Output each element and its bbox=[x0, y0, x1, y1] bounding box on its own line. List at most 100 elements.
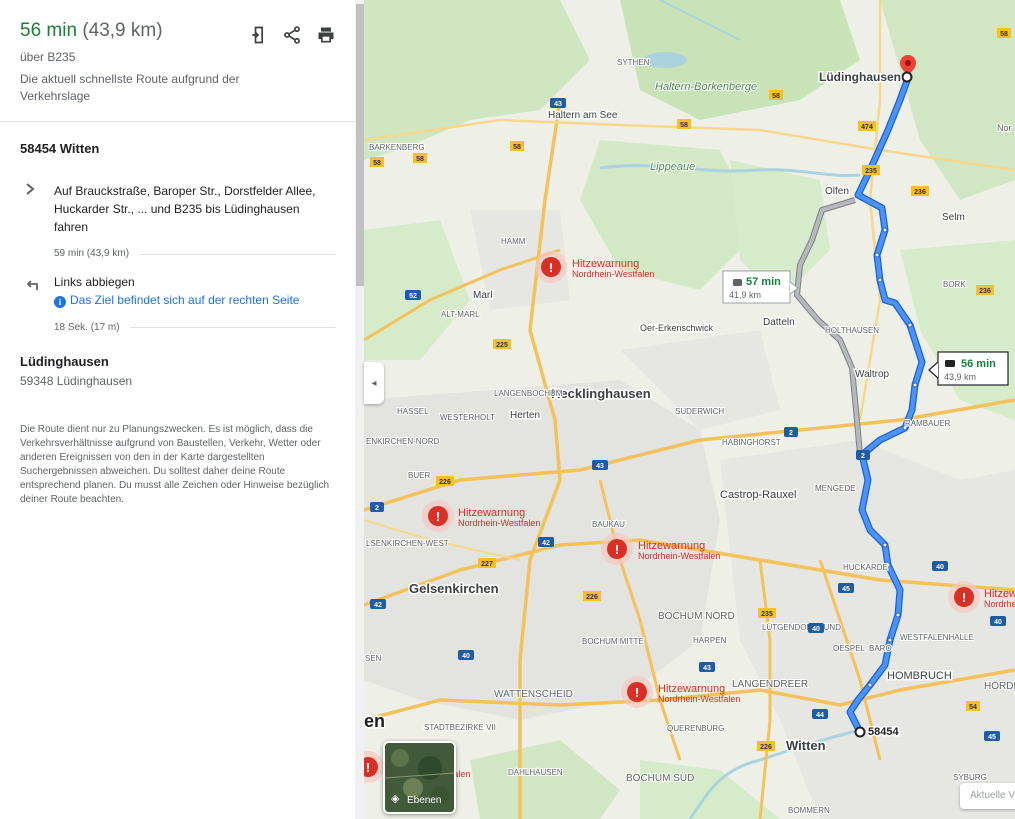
place-label: SUDERWICH bbox=[675, 407, 724, 416]
send-to-phone-icon[interactable] bbox=[248, 25, 268, 45]
main-route-distance: 43,9 km bbox=[944, 372, 976, 382]
car-icon bbox=[945, 360, 955, 367]
collapse-panel-button[interactable]: ◂ bbox=[364, 362, 384, 404]
step-note-text[interactable]: Das Ziel befindet sich auf der rechten S… bbox=[70, 293, 299, 307]
svg-text:40: 40 bbox=[936, 564, 944, 571]
svg-text:40: 40 bbox=[462, 653, 470, 660]
svg-text:227: 227 bbox=[481, 561, 493, 568]
svg-text:225: 225 bbox=[496, 342, 508, 349]
alt-route-callout[interactable]: 57 min 41,9 km bbox=[722, 270, 799, 304]
place-label: WATTENSCHEID bbox=[494, 689, 573, 700]
svg-text:43: 43 bbox=[596, 463, 604, 470]
svg-text:!: ! bbox=[549, 260, 553, 275]
place-label: BARO bbox=[869, 644, 892, 653]
svg-text:236: 236 bbox=[914, 189, 926, 196]
step-note[interactable]: i Das Ziel befindet sich auf der rechten … bbox=[54, 291, 334, 309]
place-label: STADTBEZIRKE VII bbox=[424, 723, 496, 732]
print-icon[interactable] bbox=[316, 25, 336, 45]
warning-region: Nordrhein-Westfalen bbox=[458, 518, 540, 528]
panel-scrollbar-thumb[interactable] bbox=[356, 4, 364, 286]
warning-region: Nordrhein-Westfalen bbox=[984, 599, 1015, 609]
warning-region: Nordrhein-Westfalen bbox=[572, 269, 654, 279]
destination-address: 59348 Lüdinghausen bbox=[20, 374, 133, 388]
svg-text:58: 58 bbox=[416, 156, 424, 163]
city-label: Gelsenkirchen bbox=[409, 581, 499, 596]
main-route-callout[interactable]: 56 min 43,9 km bbox=[928, 351, 1009, 386]
place-label: RAMBAUER bbox=[905, 419, 951, 428]
heat-warning-icon[interactable]: ! bbox=[535, 251, 567, 283]
place-label: HÖRDE bbox=[984, 680, 1015, 692]
traffic-info-label: Aktuelle V bbox=[970, 790, 1015, 801]
city-label: Waltrop bbox=[855, 369, 890, 380]
svg-text:54: 54 bbox=[969, 704, 977, 711]
svg-text:58: 58 bbox=[513, 144, 521, 151]
city-label: Oer-Erkenschwick bbox=[640, 323, 714, 333]
directions-panel: 56 min (43,9 km) über B235 Die aktuell s… bbox=[0, 0, 358, 819]
place-label: BOCHUM NORD bbox=[658, 611, 735, 622]
step-info: 59 min (43,9 km) bbox=[54, 248, 130, 259]
svg-text:58: 58 bbox=[680, 122, 688, 129]
svg-text:45: 45 bbox=[988, 734, 996, 741]
city-label: Herten bbox=[510, 410, 540, 421]
svg-text:58: 58 bbox=[373, 160, 381, 167]
warning-region: Nordrhein-Westfalen bbox=[638, 551, 720, 561]
place-label: Nor bbox=[997, 123, 1012, 133]
svg-text:!: ! bbox=[436, 509, 440, 524]
heat-warning-icon[interactable]: ! bbox=[601, 533, 633, 565]
map-svg[interactable]: ! ! ! ! ! ! Hitzewarnung Nordrhein-Westf… bbox=[364, 0, 1015, 819]
svg-text:!: ! bbox=[962, 590, 966, 605]
svg-text:42: 42 bbox=[374, 602, 382, 609]
place-label: ENKIRCHEN-NORD bbox=[366, 437, 440, 446]
svg-text:44: 44 bbox=[816, 712, 824, 719]
route-time: 56 min bbox=[20, 20, 78, 41]
place-label: HASSEL bbox=[397, 407, 429, 416]
share-icon[interactable] bbox=[282, 25, 302, 45]
place-label: BAUKAU bbox=[592, 520, 625, 529]
route-description: Die aktuell schnellste Route aufgrund de… bbox=[20, 72, 240, 103]
place-label: LANGENBOCHUM bbox=[494, 389, 563, 398]
area-label: Haltern-Borkenberge bbox=[655, 81, 757, 93]
origin-marker-icon[interactable] bbox=[854, 726, 866, 738]
chevron-left-icon: ◂ bbox=[371, 377, 377, 389]
divider bbox=[130, 327, 335, 328]
place-label: WESTERHOLT bbox=[440, 413, 495, 422]
destination-name: Lüdinghausen bbox=[20, 354, 109, 369]
layers-button[interactable]: ◈ Ebenen bbox=[383, 741, 456, 814]
alt-route-time: 57 min bbox=[746, 276, 781, 288]
area-label: Lippeaue bbox=[650, 161, 695, 173]
svg-text:40: 40 bbox=[994, 619, 1002, 626]
svg-text:235: 235 bbox=[865, 168, 877, 175]
city-label: Selm bbox=[942, 212, 965, 223]
place-label: BOCHUM MITTE bbox=[582, 637, 644, 646]
route-summary: 56 min (43,9 km) bbox=[20, 20, 163, 42]
svg-text:!: ! bbox=[366, 760, 370, 775]
traffic-info-button[interactable]: Aktuelle V bbox=[960, 783, 1015, 809]
divider bbox=[0, 121, 356, 122]
place-label: BOMMERN bbox=[788, 806, 830, 815]
heat-warning-icon[interactable]: ! bbox=[422, 500, 454, 532]
heat-warning-icon[interactable]: ! bbox=[621, 676, 653, 708]
heat-warning-icon[interactable]: ! bbox=[948, 581, 980, 613]
place-label: SYTHEN bbox=[617, 58, 650, 67]
chevron-right-icon[interactable] bbox=[24, 182, 36, 201]
place-label: ALT-MARL bbox=[441, 310, 480, 319]
svg-text:43: 43 bbox=[554, 101, 562, 108]
svg-text:45: 45 bbox=[842, 586, 850, 593]
turn-left-icon bbox=[24, 276, 40, 297]
city-label: HOMBRUCH bbox=[887, 670, 952, 682]
warning-region: Nordrhein-Westfalen bbox=[658, 694, 740, 704]
city-label: Marl bbox=[473, 290, 492, 301]
city-label: Haltern am See bbox=[548, 110, 618, 121]
place-label: BARKENBERG bbox=[369, 143, 425, 152]
city-label: Witten bbox=[786, 738, 826, 753]
place-label: HAMM bbox=[501, 237, 526, 246]
place-label: HABINGHORST bbox=[722, 438, 781, 447]
svg-text:!: ! bbox=[615, 542, 619, 557]
place-label: HUCKARDE bbox=[843, 563, 888, 572]
svg-text:58: 58 bbox=[1000, 31, 1008, 38]
map-canvas[interactable]: ! ! ! ! ! ! Hitzewarnung Nordrhein-Westf… bbox=[364, 0, 1015, 819]
route-distance: (43,9 km) bbox=[82, 20, 163, 41]
svg-text:226: 226 bbox=[586, 594, 598, 601]
car-icon bbox=[733, 279, 742, 286]
place-label: BOCHUM SÜD bbox=[626, 772, 694, 784]
